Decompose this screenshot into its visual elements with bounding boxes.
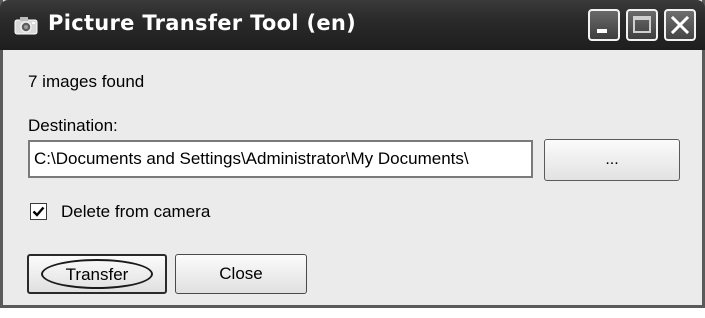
picture-transfer-window: Picture Transfer Tool (en) 7 images foun… [0,0,705,308]
window-title: Picture Transfer Tool (en) [48,11,357,35]
minimize-icon [597,29,607,33]
close-button[interactable]: Close [175,254,307,294]
close-icon [670,15,690,35]
background-strip [0,311,705,318]
focus-ring [41,259,153,289]
transfer-button[interactable]: Transfer [27,254,167,294]
maximize-button[interactable] [626,9,658,41]
delete-from-camera-label[interactable]: Delete from camera [61,202,210,222]
maximize-icon [633,16,651,33]
close-window-button[interactable] [664,9,696,41]
title-bar[interactable]: Picture Transfer Tool (en) [0,0,705,50]
minimize-button[interactable] [588,9,620,41]
checkmark-icon [32,206,45,217]
camera-app-icon [14,14,40,36]
destination-path-input[interactable]: C:\Documents and Settings\Administrator\… [28,140,533,178]
images-found-label: 7 images found [28,72,145,91]
destination-label: Destination: [28,116,118,135]
delete-from-camera-checkbox[interactable] [30,203,47,220]
browse-button[interactable]: ... [544,139,680,181]
